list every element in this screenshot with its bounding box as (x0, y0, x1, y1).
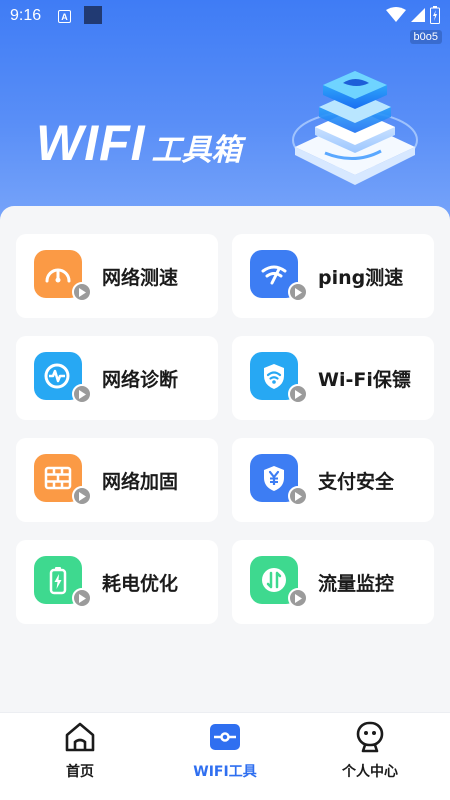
wifi-tools-icon (207, 719, 243, 755)
notification-a-icon: A (58, 10, 71, 23)
tool-icon-wrap (34, 352, 92, 404)
tool-card-speed-test[interactable]: 网络测速 (16, 234, 218, 318)
app-brand: WIFI 工具箱 (36, 118, 242, 168)
play-icon (288, 282, 308, 302)
tool-card-ping-test[interactable]: ping测速 (232, 234, 434, 318)
cell-signal-icon (411, 8, 425, 22)
wifi-status-icon (386, 7, 406, 22)
play-icon (288, 588, 308, 608)
tools-panel: 网络测速 ping测速 网络诊断 Wi-Fi保镖 网络加固 支付安全 耗电优化 … (0, 206, 450, 716)
tool-label: Wi-Fi保镖 (318, 368, 411, 391)
status-bar: 9:16 A (0, 0, 450, 32)
play-icon (288, 486, 308, 506)
tool-icon-wrap (250, 250, 308, 302)
tool-icon-wrap (250, 454, 308, 506)
notification-square-icon (84, 6, 102, 24)
tool-card-network-hardening[interactable]: 网络加固 (16, 438, 218, 522)
header-banner: 9:16 A b0o5 WIFI 工具箱 (0, 0, 450, 230)
tool-label: 网络诊断 (102, 368, 179, 391)
tool-card-traffic-monitor[interactable]: 流量监控 (232, 540, 434, 624)
nav-label-profile: 个人中心 (342, 764, 398, 780)
play-icon (72, 282, 92, 302)
tool-label: 流量监控 (318, 572, 395, 595)
tool-icon-wrap (250, 352, 308, 404)
play-icon (288, 384, 308, 404)
status-time: 9:16 (10, 7, 42, 24)
profile-icon (352, 719, 388, 755)
tool-card-network-diagnosis[interactable]: 网络诊断 (16, 336, 218, 420)
tool-icon-wrap (250, 556, 308, 608)
tool-label: 耗电优化 (102, 572, 179, 595)
brand-wifi-text: WIFI (36, 115, 146, 171)
router-illustration (292, 71, 418, 185)
tool-card-payment-security[interactable]: 支付安全 (232, 438, 434, 522)
nav-label-home: 首页 (66, 764, 94, 780)
nav-profile[interactable]: 个人中心 (310, 717, 430, 789)
nav-wifi-tools[interactable]: WIFI工具 (165, 717, 285, 789)
tool-icon-wrap (34, 250, 92, 302)
build-tag: b0o5 (409, 30, 442, 44)
tool-label: 网络加固 (102, 470, 179, 493)
tool-icon-wrap (34, 454, 92, 506)
bottom-navigation: 首页 WIFI工具 个人中心 (0, 712, 450, 800)
nav-home[interactable]: 首页 (20, 717, 140, 789)
status-right-icons (386, 6, 440, 24)
tool-label: 支付安全 (318, 470, 395, 493)
play-icon (72, 486, 92, 506)
brand-cn-text: 工具箱 (151, 133, 242, 168)
tool-label: 网络测速 (102, 266, 179, 289)
nav-label-wifi-tools: WIFI工具 (193, 764, 257, 780)
tool-card-wifi-guard[interactable]: Wi-Fi保镖 (232, 336, 434, 420)
tool-card-battery-optimize[interactable]: 耗电优化 (16, 540, 218, 624)
home-icon (62, 719, 98, 755)
tool-label: ping测速 (318, 266, 404, 289)
play-icon (72, 384, 92, 404)
battery-status-icon (430, 6, 440, 24)
tool-icon-wrap (34, 556, 92, 608)
play-icon (72, 588, 92, 608)
